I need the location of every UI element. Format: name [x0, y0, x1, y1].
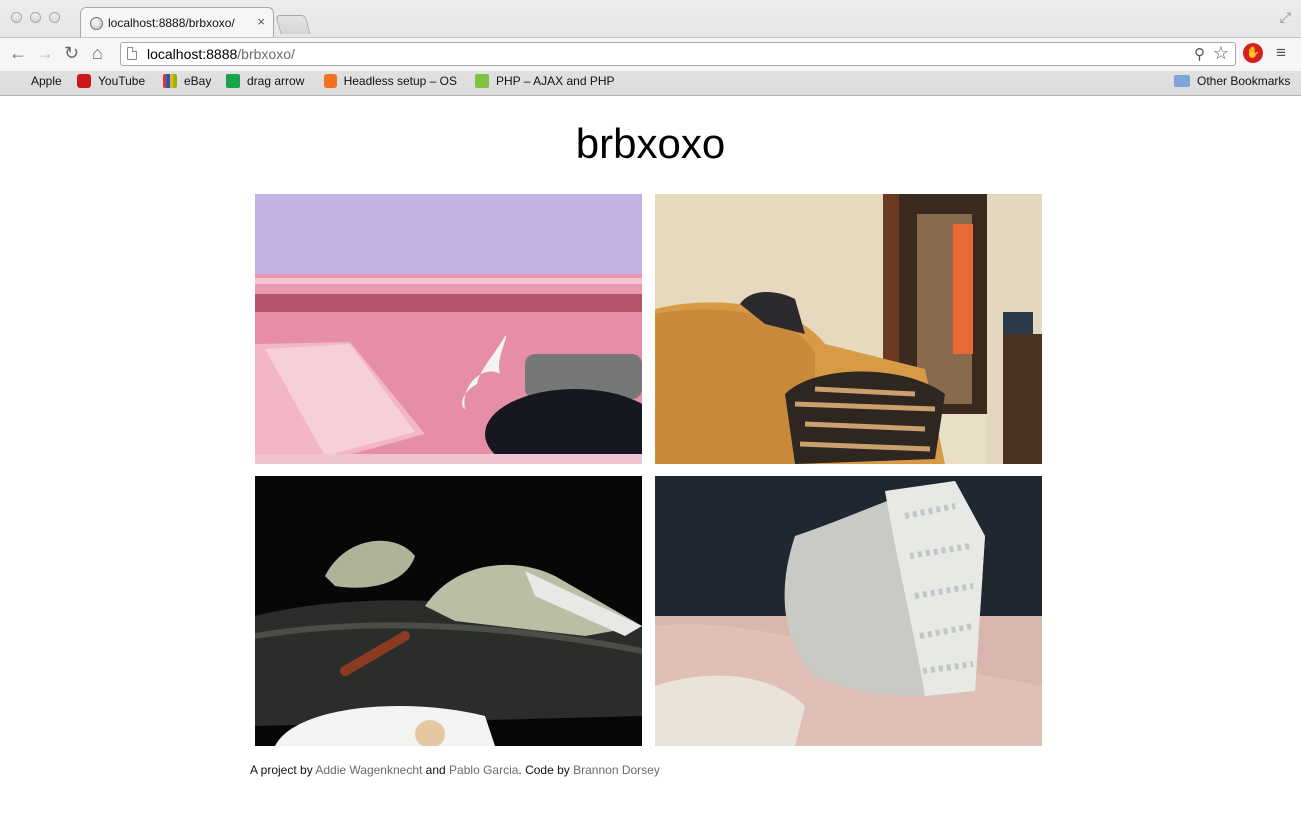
zoom-icon[interactable]: ⚲ [1194, 45, 1205, 63]
menu-icon[interactable]: ≡ [1276, 43, 1286, 63]
video-feed-orange-couch[interactable] [655, 194, 1042, 464]
fullscreen-icon[interactable]: ⤢ [1280, 9, 1291, 26]
tab-title: localhost:8888/brbxoxo/ [108, 16, 235, 30]
bookmark-label: Apple [31, 74, 62, 88]
bookmark-ebay[interactable]: eBay [163, 74, 211, 88]
bookmark-label: drag arrow [247, 74, 305, 88]
window-controls [11, 12, 60, 23]
bookmark-label: Headless setup – OS [343, 74, 457, 88]
adblock-extension-icon[interactable]: ✋ [1243, 43, 1263, 63]
orange-couch-image [655, 194, 1042, 464]
apple-icon [10, 74, 24, 88]
bookmark-php-ajax[interactable]: PHP – AJAX and PHP [475, 74, 615, 88]
pink-bedroom-image [255, 194, 642, 464]
back-arrow-icon[interactable]: ← [9, 43, 27, 63]
address-bar[interactable]: localhost:8888/brbxoxo/ ⚲ ☆ [120, 42, 1236, 66]
minimize-window-button[interactable] [30, 12, 41, 23]
close-window-button[interactable] [11, 12, 22, 23]
footer-credits: A project by Addie Wagenknecht and Pablo… [250, 763, 660, 777]
page-title: brbxoxo [575, 120, 726, 167]
bookmark-star-icon[interactable]: ☆ [1213, 43, 1229, 64]
home-icon[interactable]: ⌂ [92, 43, 103, 63]
reload-icon[interactable]: ↻ [64, 43, 79, 63]
url-host: localhost:8888 [147, 46, 238, 62]
page-icon [127, 47, 137, 60]
bookmark-apple[interactable]: Apple [10, 74, 62, 88]
toolbar: ← → ↻ ⌂ localhost:8888/brbxoxo/ ⚲ ☆ ✋ ≡ [0, 37, 1301, 71]
browser-chrome: localhost:8888/brbxoxo/ × ⤢ ← → ↻ ⌂ loca… [0, 0, 1301, 96]
url-text[interactable]: localhost:8888/brbxoxo/ [147, 46, 295, 62]
php-icon [475, 74, 489, 88]
bookmark-drag-arrow[interactable]: drag arrow [226, 74, 304, 88]
video-feed-pink-bedroom[interactable] [255, 194, 642, 464]
bookmark-youtube[interactable]: YouTube [77, 74, 145, 88]
forward-arrow-icon[interactable]: → [36, 43, 54, 63]
url-path: /brbxoxo/ [237, 46, 295, 62]
bookmark-label: Other Bookmarks [1197, 74, 1291, 88]
play-icon [226, 74, 240, 88]
video-feed-pink-pillow[interactable] [655, 476, 1042, 746]
youtube-icon [77, 74, 91, 88]
globe-icon [90, 17, 103, 30]
footer-code-by: . Code by [518, 763, 574, 777]
video-feed-dark-bed[interactable] [255, 476, 642, 746]
pink-pillow-image [655, 476, 1042, 746]
dark-bed-image [255, 476, 642, 746]
bookmark-other[interactable]: Other Bookmarks [1174, 74, 1290, 88]
bookmark-label: PHP – AJAX and PHP [496, 74, 615, 88]
bookmarks-bar: Apple YouTube eBay drag arrow Headless s… [0, 71, 1301, 93]
author-link-pablo[interactable]: Pablo Garcia [449, 763, 518, 777]
ebay-icon [163, 74, 177, 88]
new-tab-button[interactable] [275, 15, 311, 34]
active-tab[interactable]: localhost:8888/brbxoxo/ × [80, 7, 274, 37]
bookmark-label: eBay [184, 74, 212, 88]
tab-close-icon[interactable]: × [257, 14, 265, 29]
folder-icon [1174, 75, 1190, 87]
bookmark-headless-setup[interactable]: Headless setup – OS [324, 74, 457, 88]
zoom-window-button[interactable] [49, 12, 60, 23]
author-link-addie[interactable]: Addie Wagenknecht [315, 763, 422, 777]
bookmark-label: YouTube [98, 74, 146, 88]
footer-prefix: A project by [250, 763, 316, 777]
footer-and: and [422, 763, 450, 777]
author-link-brannon[interactable]: Brannon Dorsey [573, 763, 660, 777]
blogger-icon [324, 74, 337, 88]
